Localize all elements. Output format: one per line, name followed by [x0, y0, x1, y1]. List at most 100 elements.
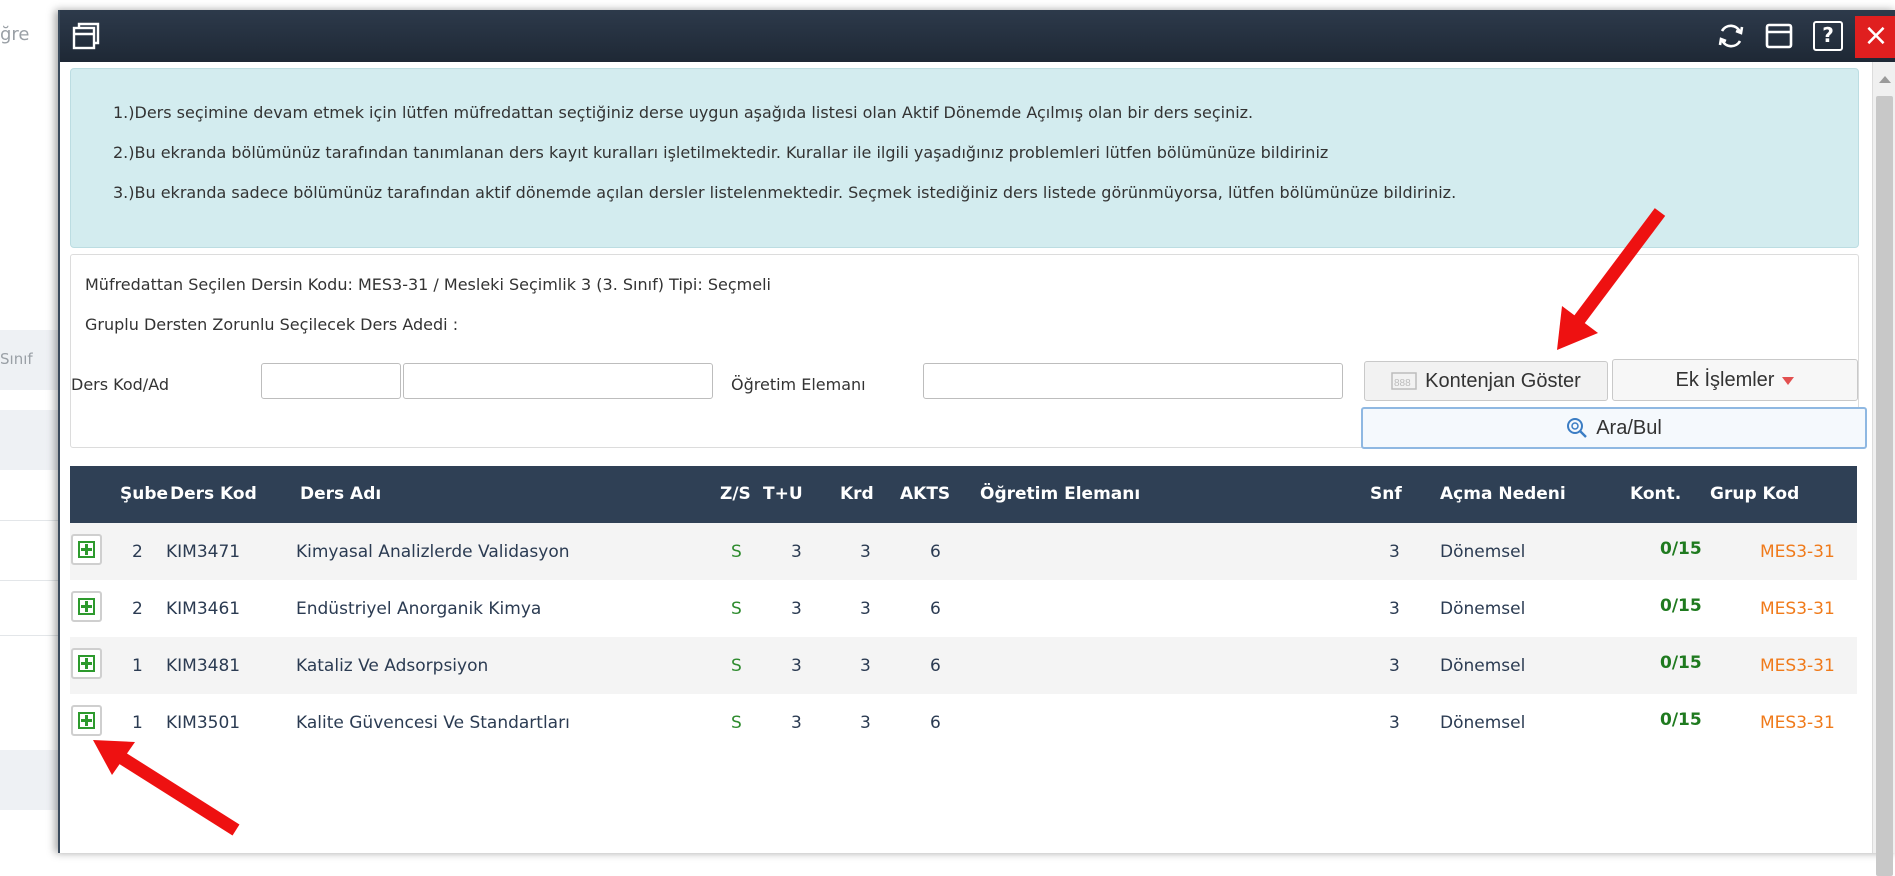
cell-tu: 3 [791, 542, 802, 562]
cell-akts: 6 [930, 542, 941, 562]
selected-course-info: Müfredattan Seçilen Dersin Kodu: MES3-31… [85, 275, 771, 294]
info-line-2: 2.)Bu ekranda bölümünüz tarafından tanım… [113, 143, 1329, 162]
cell-snf: 3 [1389, 656, 1400, 676]
info-line-1: 1.)Ders seçimine devam etmek için lütfen… [113, 103, 1254, 122]
cell-ders-kod: KIM3461 [166, 599, 241, 619]
cell-grup-kod: MES3-31 [1760, 599, 1835, 619]
add-course-button[interactable] [71, 648, 102, 679]
ogretim-elemani-input[interactable] [923, 363, 1343, 399]
info-box: 1.)Ders seçimine devam etmek için lütfen… [70, 68, 1859, 248]
cell-krd: 3 [860, 599, 871, 619]
cell-grup-kod: MES3-31 [1760, 656, 1835, 676]
info-line-3: 3.)Bu ekranda sadece bölümünüz tarafında… [113, 183, 1457, 202]
add-course-button[interactable] [71, 591, 102, 622]
plus-icon [78, 655, 95, 672]
cell-zs: S [731, 542, 742, 562]
cell-ders-adi: Kimyasal Analizlerde Validasyon [296, 542, 570, 562]
cell-zs: S [731, 713, 742, 733]
add-course-button[interactable] [71, 534, 102, 565]
cell-akts: 6 [930, 599, 941, 619]
cell-kont: 0/15 [1660, 710, 1702, 730]
kontenjan-goster-button[interactable]: 888 Kontenjan Göster [1364, 361, 1608, 401]
cell-ders-adi: Endüstriyel Anorganik Kimya [296, 599, 542, 619]
cell-acma-nedeni: Dönemsel [1440, 542, 1526, 562]
cell-krd: 3 [860, 713, 871, 733]
plus-icon [78, 712, 95, 729]
cell-sube: 2 [132, 599, 143, 619]
background-divider [0, 580, 60, 581]
cell-tu: 3 [791, 599, 802, 619]
help-icon[interactable]: ? [1813, 21, 1843, 51]
background-band [0, 410, 60, 470]
cell-zs: S [731, 656, 742, 676]
cell-snf: 3 [1389, 599, 1400, 619]
cell-tu: 3 [791, 656, 802, 676]
cell-grup-kod: MES3-31 [1760, 542, 1835, 562]
ders-ad-input[interactable] [403, 363, 713, 399]
cell-ders-kod: KIM3481 [166, 656, 241, 676]
cell-sube: 1 [132, 656, 143, 676]
table-row: 1 KIM3481 Kataliz Ve Adsorpsiyon S 3 3 6… [70, 637, 1857, 694]
ek-islemler-label: Ek İşlemler [1675, 368, 1775, 391]
cell-acma-nedeni: Dönemsel [1440, 713, 1526, 733]
ara-bul-button[interactable]: Ara/Bul [1361, 407, 1867, 449]
cell-sube: 2 [132, 542, 143, 562]
col-ogretim-elemani: Öğretim Elemanı [980, 484, 1141, 504]
col-sube: Şube [120, 484, 169, 504]
cell-krd: 3 [860, 542, 871, 562]
maximize-icon[interactable] [1763, 20, 1795, 52]
cell-ders-kod: KIM3471 [166, 542, 241, 562]
modal-titlebar: ? × [60, 10, 1895, 62]
col-acma-nedeni: Açma Nedeni [1440, 484, 1566, 504]
col-kont: Kont. [1630, 484, 1682, 504]
cell-kont: 0/15 [1660, 653, 1702, 673]
col-ders-kod: Ders Kod [170, 484, 257, 504]
ogretim-elemani-label: Öğretim Elemanı [731, 375, 866, 394]
vertical-scrollbar[interactable] [1872, 62, 1895, 876]
background-divider [0, 635, 60, 636]
table-row: 2 KIM3461 Endüstriyel Anorganik Kimya S … [70, 580, 1857, 637]
table-row: 2 KIM3471 Kimyasal Analizlerde Validasyo… [70, 523, 1857, 580]
col-tu: T+U [763, 484, 803, 504]
background-divider [0, 520, 60, 521]
col-ders-adi: Ders Adı [300, 484, 382, 504]
cell-kont: 0/15 [1660, 596, 1702, 616]
col-snf: Snf [1370, 484, 1402, 504]
col-akts: AKTS [900, 484, 951, 504]
cell-ders-adi: Kalite Güvencesi Ve Standartları [296, 713, 570, 733]
cell-ders-kod: KIM3501 [166, 713, 241, 733]
cell-tu: 3 [791, 713, 802, 733]
cell-ders-adi: Kataliz Ve Adsorpsiyon [296, 656, 489, 676]
ara-bul-label: Ara/Bul [1596, 416, 1662, 439]
dropdown-caret-icon [1782, 377, 1795, 385]
cell-acma-nedeni: Dönemsel [1440, 599, 1526, 619]
background-band [0, 750, 60, 810]
course-table-header: Şube Ders Kod Ders Adı Z/S T+U Krd AKTS … [70, 466, 1857, 523]
scrollbar-thumb[interactable] [1876, 96, 1893, 876]
cell-krd: 3 [860, 656, 871, 676]
plus-icon [78, 598, 95, 615]
cell-akts: 6 [930, 713, 941, 733]
kontenjan-goster-label: Kontenjan Göster [1425, 369, 1581, 392]
background-label-fragment: Sınıf [0, 350, 33, 368]
cell-zs: S [731, 599, 742, 619]
cell-acma-nedeni: Dönemsel [1440, 656, 1526, 676]
group-course-info: Gruplu Dersten Zorunlu Seçilecek Ders Ad… [85, 315, 459, 334]
cell-kont: 0/15 [1660, 539, 1702, 559]
refresh-icon[interactable] [1715, 20, 1747, 52]
ders-kod-input[interactable] [261, 363, 401, 399]
cell-grup-kod: MES3-31 [1760, 713, 1835, 733]
course-selection-modal: ? × 1.)Ders seçimine devam etmek için lü… [58, 10, 1895, 876]
col-krd: Krd [840, 484, 874, 504]
close-button[interactable]: × [1855, 16, 1895, 58]
add-course-button[interactable] [71, 705, 102, 736]
cell-akts: 6 [930, 656, 941, 676]
col-grup-kod: Grup Kod [1710, 484, 1800, 504]
background-page: ğre Sınıf [0, 0, 60, 853]
restore-window-icon[interactable] [70, 20, 102, 52]
ek-islemler-button[interactable]: Ek İşlemler [1612, 359, 1858, 401]
scroll-up-arrow-icon[interactable] [1879, 76, 1891, 83]
cell-snf: 3 [1389, 542, 1400, 562]
ders-kod-ad-label: Ders Kod/Ad [71, 375, 170, 394]
col-zs: Z/S [720, 484, 751, 504]
